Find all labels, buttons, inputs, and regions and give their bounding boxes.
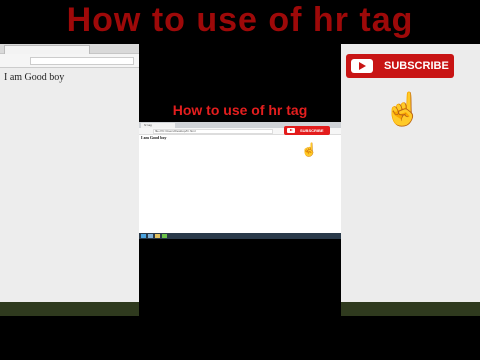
bg-subscribe-button: SUBSCRIBE xyxy=(346,54,454,78)
bg-subscribe-label: SUBSCRIBE xyxy=(384,60,449,72)
hand-cursor-icon: ☝ xyxy=(301,142,318,157)
bg-address-bar xyxy=(0,54,139,68)
background-left-panel: I am Good boy xyxy=(0,44,139,316)
folder-icon[interactable] xyxy=(155,234,160,238)
bg-tabbar xyxy=(0,44,139,54)
bg-page-text: I am Good boy xyxy=(4,72,65,83)
subscribe-button[interactable]: SUBSCRIBE xyxy=(284,126,330,135)
page-body-text: I am Good boy xyxy=(141,135,167,140)
background-right-panel: SUBSCRIBE ☝ xyxy=(341,44,480,316)
background-title: How to use of hr tag xyxy=(66,1,414,39)
youtube-play-icon xyxy=(351,59,373,73)
notepad-icon[interactable] xyxy=(162,234,167,238)
bg-taskbar xyxy=(0,302,139,316)
browser-tab-title: hr tag xyxy=(144,123,152,127)
bg-tab xyxy=(4,45,90,54)
address-bar[interactable]: file:///C:/Users/Desktop/hr.html xyxy=(153,129,273,134)
ie-icon[interactable] xyxy=(148,234,153,238)
bg-address-box xyxy=(30,57,134,65)
video-title: How to use of hr tag xyxy=(172,102,308,118)
hand-cursor-icon: ☝ xyxy=(383,91,423,127)
windows-taskbar xyxy=(139,233,341,239)
subscribe-label: SUBSCRIBE xyxy=(300,128,324,133)
bg-taskbar-right xyxy=(341,302,480,316)
start-icon[interactable] xyxy=(141,234,146,238)
browser-window: hr tag file:///C:/Users/Desktop/hr.html … xyxy=(139,122,341,239)
youtube-play-icon xyxy=(287,128,295,133)
